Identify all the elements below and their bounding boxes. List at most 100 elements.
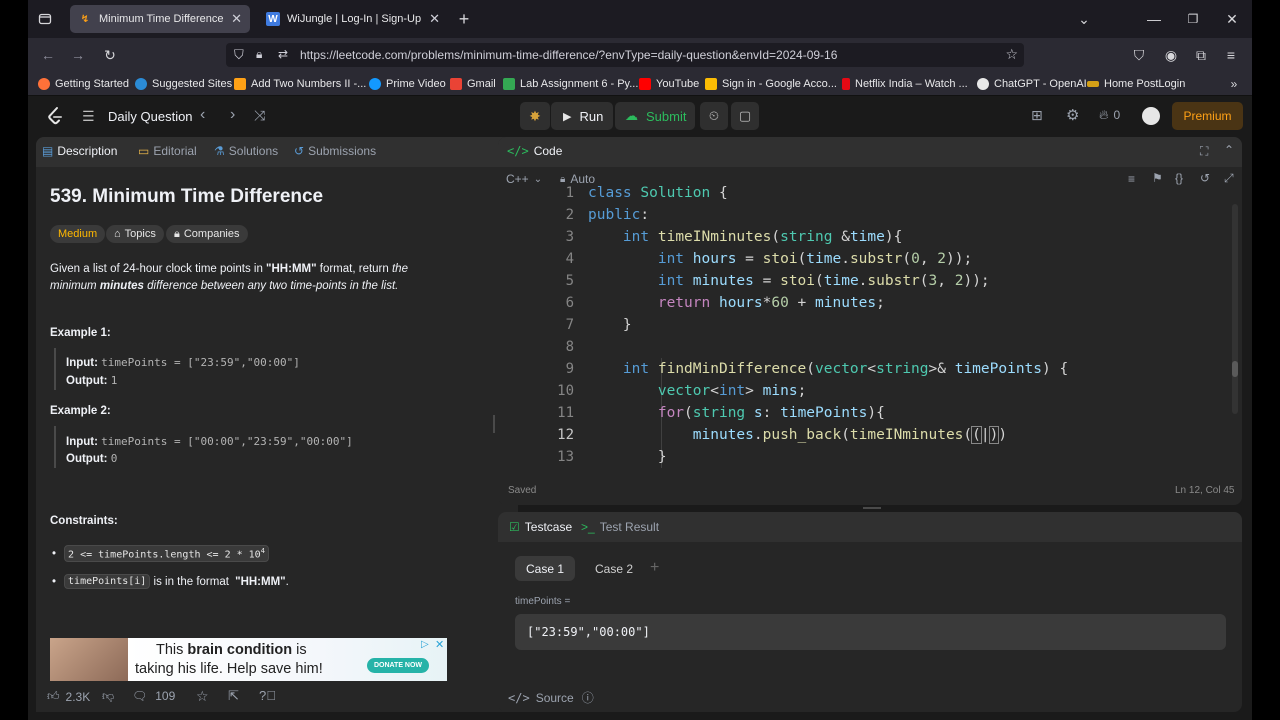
leetcode-logo-icon[interactable] <box>46 106 64 126</box>
browser-tab-active[interactable]: ↯ Minimum Time Difference - Lee ✕ <box>70 5 250 33</box>
list-all-tabs-icon[interactable]: ⌄ <box>1075 10 1093 28</box>
braces-icon[interactable]: {} <box>1175 171 1183 185</box>
back-icon[interactable]: ← <box>38 45 58 65</box>
forward-icon[interactable]: → <box>68 45 88 65</box>
problem-list-icon[interactable]: ☰ <box>82 108 96 124</box>
constraint-text: . <box>285 575 289 588</box>
tab-description[interactable]: ▤ Description <box>42 144 117 158</box>
topics-button[interactable]: ⌂ Topics <box>106 225 164 243</box>
bookmark[interactable]: Lab Assignment 6 - Py... <box>503 75 638 93</box>
bookmark[interactable]: Prime Video <box>369 75 446 93</box>
ad-close-icon[interactable]: ✕ <box>435 638 444 651</box>
language-select[interactable]: C++ ⌄ <box>506 172 542 186</box>
new-tab-icon[interactable]: + <box>455 9 473 29</box>
autocomplete-mode[interactable]: 🔒︎ Auto <box>560 172 595 186</box>
menu-icon[interactable]: ≡ <box>1221 45 1241 65</box>
line-number: 13 <box>557 449 574 465</box>
info-icon[interactable]: ⓘ <box>582 689 594 706</box>
reset-icon[interactable]: ↺ <box>1200 171 1210 185</box>
checkbox-icon: ☑ <box>509 520 520 534</box>
tab-test-result[interactable]: >_ Test Result <box>581 520 659 534</box>
help-icon[interactable]: ?⃝ <box>259 688 276 703</box>
add-case-icon[interactable]: + <box>650 559 659 577</box>
streak-counter[interactable]: 🔥︎ 0 <box>1099 107 1120 123</box>
tab-list-icon[interactable] <box>36 10 54 28</box>
account-icon[interactable]: ◉ <box>1161 45 1181 65</box>
minimize-icon[interactable]: — <box>1145 10 1163 28</box>
bookmark-label: YouTube <box>656 78 700 90</box>
cloud-upload-icon: ☁ <box>625 108 638 123</box>
extensions-icon[interactable]: ⧉ <box>1191 45 1211 65</box>
tab-testcase[interactable]: ☑ Testcase <box>509 520 572 534</box>
bookmark[interactable]: Add Two Numbers II -... <box>234 75 366 93</box>
close-window-icon[interactable]: ✕ <box>1223 10 1241 28</box>
reload-icon[interactable]: ↻ <box>100 45 120 65</box>
favorite-star-icon[interactable]: ☆ <box>196 688 209 705</box>
submit-button[interactable]: ☁ Submit <box>615 102 695 130</box>
browser-tab[interactable]: W WiJungle | Log-In | Sign-Up ✕ <box>258 5 443 33</box>
output-value: 1 <box>110 374 118 387</box>
settings-gear-icon[interactable]: ⚙ <box>1066 106 1079 124</box>
close-tab-icon[interactable]: ✕ <box>223 11 242 27</box>
restore-icon[interactable]: ❐ <box>1184 10 1202 28</box>
url-bar[interactable]: ⛉ 🔒︎ ⇄ https://leetcode.com/problems/min… <box>226 43 1024 67</box>
bookmark[interactable]: Getting Started <box>38 75 129 93</box>
pocket-icon[interactable]: ⛉ <box>1129 45 1149 65</box>
run-button[interactable]: ▶ Run <box>551 102 613 130</box>
bookmark[interactable]: Gmail <box>450 75 496 93</box>
save-status: Saved <box>508 485 537 496</box>
bookmark[interactable]: Sign in - Google Acco... <box>705 75 837 93</box>
tab-editorial[interactable]: ▭ Editorial <box>138 144 197 158</box>
close-tab-icon[interactable]: ✕ <box>421 11 440 27</box>
collapse-icon[interactable]: ⌃ <box>1224 143 1234 157</box>
code-editor[interactable]: 1 2 3 4 5 6 7 8 9 10 11 12 13 class Solu… <box>498 186 1242 468</box>
tab-code[interactable]: </> Code <box>507 144 562 158</box>
ad-donate-button[interactable]: DONATE NOW <box>367 658 429 673</box>
bookmark[interactable]: Suggested Sites <box>135 75 232 93</box>
expand-icon[interactable]: ⤢ <box>1224 171 1234 186</box>
case-1-button[interactable]: Case 1 <box>515 556 575 581</box>
prev-question-icon[interactable]: ‹ <box>200 106 205 124</box>
bookmark[interactable]: Home PostLogin <box>1087 75 1185 93</box>
share-icon[interactable]: ⇱ <box>228 688 239 704</box>
fullscreen-icon[interactable]: ⛶ <box>1200 144 1208 159</box>
source-button[interactable]: </> Source ⓘ <box>508 689 594 706</box>
testcase-tab-label: Testcase <box>524 520 573 534</box>
bookmark-label: Netflix India – Watch ... <box>855 78 968 90</box>
bookmark[interactable]: Netflix India – Watch ... <box>842 75 968 93</box>
bookmark-icon[interactable]: ⚑ <box>1152 171 1163 185</box>
companies-button[interactable]: 🔒︎ Companies <box>166 225 248 243</box>
bookmark[interactable]: ChatGPT - OpenAI <box>977 75 1087 93</box>
layout-icon[interactable]: ⊞ <box>1031 107 1043 124</box>
editor-scrollbar-thumb[interactable] <box>1232 361 1238 377</box>
like-button[interactable]: 👍︎ 2.3K <box>47 689 90 704</box>
nav-title[interactable]: Daily Question <box>108 109 193 124</box>
comments-button[interactable]: 🗨︎ 109 <box>132 689 175 703</box>
next-question-icon[interactable]: › <box>230 106 235 124</box>
tab-solutions[interactable]: ⚗ Solutions <box>214 144 278 158</box>
panel-resizer-horizontal[interactable] <box>863 507 881 509</box>
ad-image <box>50 638 128 681</box>
timer-icon[interactable]: ⏲ <box>700 102 728 130</box>
format-icon[interactable]: ≡ <box>1128 172 1135 186</box>
advertisement[interactable]: This brain condition is taking his life.… <box>50 638 447 681</box>
tab-submissions[interactable]: ↺ Submissions <box>294 144 376 158</box>
ad-choices-icon[interactable]: ▷ <box>421 639 429 650</box>
bookmark-star-icon[interactable]: ☆ <box>1005 46 1018 63</box>
bookmark[interactable]: YouTube <box>639 75 699 93</box>
constraints-title: Constraints: <box>50 515 118 527</box>
debug-icon[interactable]: ✸ <box>520 102 550 130</box>
avatar[interactable] <box>1142 107 1160 125</box>
editor-scrollbar[interactable] <box>1232 204 1238 414</box>
timepoints-input[interactable]: ["23:59","00:00"] <box>515 614 1226 650</box>
notes-icon[interactable]: ▢ <box>731 102 759 130</box>
desc-bold: "HH:MM" <box>266 263 317 275</box>
shuffle-icon[interactable]: ⤨ <box>254 107 265 124</box>
thumbs-down-icon[interactable]: 👎︎ <box>102 689 114 704</box>
premium-button[interactable]: Premium <box>1172 102 1243 130</box>
line-number: 12 <box>557 427 574 443</box>
case-2-button[interactable]: Case 2 <box>584 556 644 581</box>
more-bookmarks-icon[interactable]: » <box>1226 75 1242 93</box>
panel-resizer[interactable] <box>493 415 495 433</box>
play-icon: ▶ <box>563 110 572 123</box>
